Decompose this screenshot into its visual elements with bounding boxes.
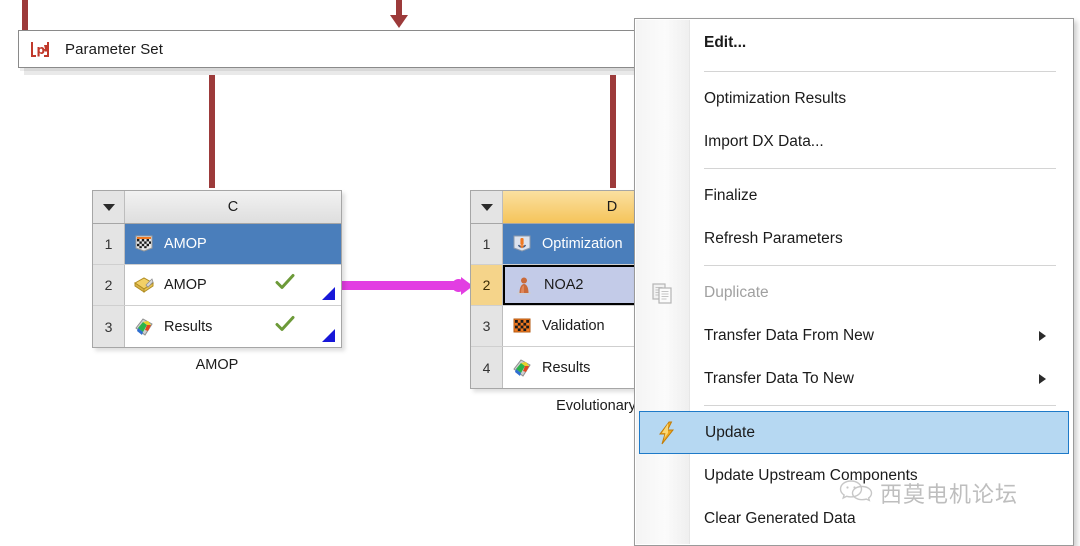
menu-separator xyxy=(704,71,1056,72)
menu-separator xyxy=(704,168,1056,169)
cell-label: NOA2 xyxy=(544,277,584,293)
connector-line-to-system-d xyxy=(610,66,616,188)
optimization-icon xyxy=(511,233,533,255)
system-header-amop: C xyxy=(93,191,341,224)
chevron-down-icon xyxy=(480,203,493,211)
cell-label: AMOP xyxy=(164,236,207,252)
menu-item-label: Duplicate xyxy=(704,283,769,301)
menu-item-finalize[interactable]: Finalize xyxy=(636,174,1072,217)
chevron-right-icon xyxy=(1039,330,1046,341)
chevron-down-icon xyxy=(102,203,115,211)
menu-item-optimization-results[interactable]: Optimization Results xyxy=(636,77,1072,120)
system-block-amop: C 1 AMOP 2 AMOP 3 Results AMOP xyxy=(92,190,342,373)
menu-item-update-upstream-components[interactable]: Update Upstream Components xyxy=(636,454,1072,497)
menu-item-label: Transfer Data From New xyxy=(704,326,874,344)
menu-item-duplicate: Duplicate xyxy=(636,271,1072,314)
menu-item-clear-generated-data[interactable]: Clear Generated Data xyxy=(636,497,1072,540)
yellow-sheet-icon xyxy=(133,274,155,296)
menu-item-label: Edit... xyxy=(704,34,747,51)
workspace-canvas: p Parameter Set C 1 AMOP 2 AMOP 3 Result… xyxy=(0,0,1080,546)
cell-label: Results xyxy=(164,318,213,335)
menu-item-edit[interactable]: Edit... xyxy=(636,20,1072,66)
context-menu-items: Edit... Optimization Results Import DX D… xyxy=(636,20,1072,540)
chevron-right-icon xyxy=(1039,373,1046,384)
row-number: 2 xyxy=(471,265,503,305)
menu-item-transfer-data-to-new[interactable]: Transfer Data To New xyxy=(636,357,1072,400)
results-icon xyxy=(511,357,533,379)
system-column-letter: C xyxy=(125,191,341,223)
table-row[interactable]: 2 AMOP xyxy=(93,265,341,306)
menu-item-label: Import DX Data... xyxy=(704,132,824,150)
menu-item-label: Update xyxy=(705,423,755,441)
cell-label: Results xyxy=(542,359,591,376)
parameter-set-icon: p xyxy=(29,38,51,60)
parameter-set-label: Parameter Set xyxy=(65,40,164,58)
menu-item-label: Finalize xyxy=(704,186,758,204)
menu-item-label: Transfer Data To New xyxy=(704,369,854,387)
system-label-amop: AMOP xyxy=(195,357,239,373)
menu-separator xyxy=(704,265,1056,266)
row-number: 2 xyxy=(93,265,125,305)
menu-item-label: Refresh Parameters xyxy=(704,229,843,247)
menu-separator xyxy=(704,405,1056,406)
header-caret-cell[interactable] xyxy=(471,191,503,223)
connector-line-to-system-c xyxy=(209,66,215,188)
status-check-icon xyxy=(275,274,295,297)
menu-item-label: Optimization Results xyxy=(704,89,847,107)
duplicate-icon xyxy=(650,280,676,306)
menu-item-label: Clear Generated Data xyxy=(704,509,856,527)
menu-item-update[interactable]: Update xyxy=(639,411,1069,454)
menu-item-label: Update Upstream Components xyxy=(704,466,918,484)
row-number: 3 xyxy=(471,306,503,346)
results-icon xyxy=(133,316,155,338)
menu-item-refresh-parameters[interactable]: Refresh Parameters xyxy=(636,217,1072,260)
connector-arrow-down xyxy=(390,15,408,28)
menu-item-import-dx-data[interactable]: Import DX Data... xyxy=(636,120,1072,163)
lightning-icon xyxy=(654,420,680,446)
cell-label: Optimization xyxy=(542,236,623,252)
context-menu[interactable]: Edit... Optimization Results Import DX D… xyxy=(634,18,1074,546)
cell-label: Validation xyxy=(542,318,605,334)
corner-marker-icon xyxy=(322,329,335,342)
cell-amop-2[interactable]: AMOP xyxy=(125,265,341,305)
checkered-flag-icon xyxy=(511,315,533,337)
link-line-amop-to-noa2 xyxy=(336,281,462,290)
row-number: 1 xyxy=(471,224,503,264)
cell-amop-1[interactable]: AMOP xyxy=(125,224,341,264)
status-check-icon xyxy=(275,315,295,338)
cell-label: AMOP xyxy=(164,277,207,293)
row-number: 1 xyxy=(93,224,125,264)
row-number: 4 xyxy=(471,347,503,388)
row-number: 3 xyxy=(93,306,125,347)
checkered-flag-icon xyxy=(133,233,155,255)
cell-amop-3[interactable]: Results xyxy=(125,306,341,347)
corner-marker-icon xyxy=(322,287,335,300)
table-row[interactable]: 1 AMOP xyxy=(93,224,341,265)
system-grid-amop[interactable]: C 1 AMOP 2 AMOP 3 Results xyxy=(92,190,342,348)
menu-item-transfer-data-from-new[interactable]: Transfer Data From New xyxy=(636,314,1072,357)
table-row[interactable]: 3 Results xyxy=(93,306,341,347)
header-caret-cell[interactable] xyxy=(93,191,125,223)
noa2-icon xyxy=(513,274,535,296)
connector-line-top-left xyxy=(22,0,28,32)
